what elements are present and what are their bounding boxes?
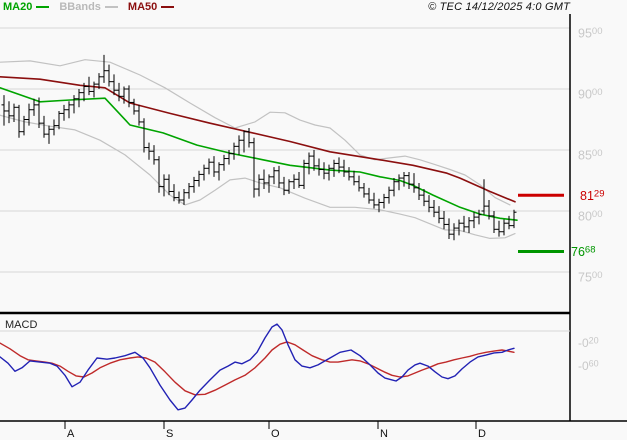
month-label-A: A	[67, 428, 75, 440]
legend-ma20-label: MA20	[3, 1, 33, 13]
y-tick-label-7500: 7500	[578, 270, 602, 285]
y-tick-label-8000: 8000	[578, 209, 602, 224]
macd-tick-label--060: -060	[578, 359, 599, 374]
price-gridlines	[0, 27, 570, 273]
legend-item-ma50: MA50	[127, 1, 175, 13]
macd-line	[0, 323, 515, 411]
x-axis-months: ASOND	[64, 421, 486, 440]
ma20-line-swatch	[36, 6, 50, 8]
support-level-label: 7668	[571, 245, 595, 260]
chart-page: 9500 9000 8500 8000 7500 8129 7668 A S O N D -020 -06…	[0, 0, 627, 440]
month-label-S: S	[166, 428, 173, 440]
ma20-line	[0, 87, 518, 221]
legend: MA20 BBands MA50	[3, 1, 175, 13]
legend-item-ma20: MA20	[3, 1, 50, 13]
macd-tick-label--020: -020	[578, 336, 599, 351]
stock-chart-canvas: 9500 9000 8500 8000 7500 8129 7668 A S O N D -020 -06…	[0, 14, 627, 440]
ma50-line-swatch	[161, 6, 175, 8]
macd-panel-label: MACD	[5, 319, 38, 331]
month-label-D: D	[478, 428, 486, 440]
month-label-O: O	[271, 428, 280, 440]
macd-signal-line	[0, 341, 515, 396]
legend-ma50-label: MA50	[127, 1, 158, 13]
ma50-line	[0, 76, 516, 203]
ohlc-bars	[1, 54, 517, 241]
bbands-line-swatch	[104, 6, 118, 8]
y-tick-label-9500: 9500	[578, 26, 602, 41]
legend-item-bbands: BBands	[59, 1, 118, 13]
bollinger-bands	[0, 59, 516, 239]
copyright-timestamp: © TEC 14/12/2025 4:0 GMT	[428, 1, 570, 13]
resistance-level-label: 8129	[580, 188, 604, 203]
y-tick-label-8500: 8500	[578, 148, 602, 163]
y-tick-label-9000: 9000	[578, 87, 602, 102]
legend-bbands-label: BBands	[59, 1, 101, 13]
bollinger-upper-band	[0, 59, 511, 206]
month-label-N: N	[380, 428, 388, 440]
